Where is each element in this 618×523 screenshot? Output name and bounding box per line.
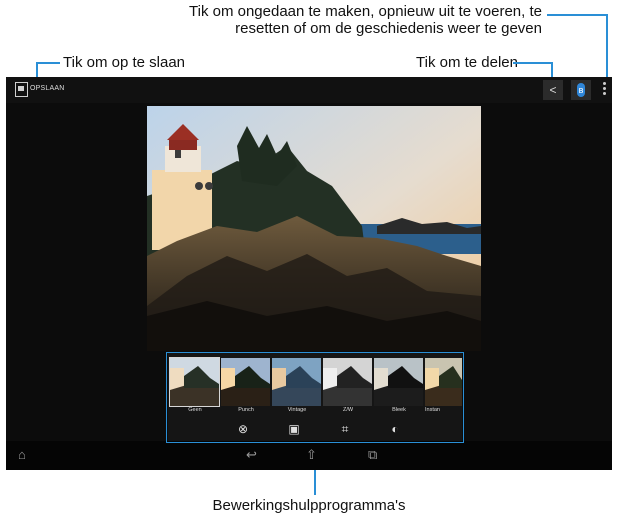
leader-line xyxy=(547,14,608,16)
callout-share: Tik om te delen xyxy=(416,54,518,71)
callout-save: Tik om op te slaan xyxy=(63,54,185,71)
back-icon[interactable]: ↩ xyxy=(246,447,257,463)
callout-editing-tools: Bewerkingshulpprogramma's xyxy=(212,497,406,514)
photo-preview xyxy=(147,106,481,351)
home-icon[interactable]: ⇧ xyxy=(306,447,317,463)
editing-tools-highlight xyxy=(166,352,464,443)
recent-apps-icon[interactable]: ⧉ xyxy=(368,447,377,463)
home-icon[interactable]: ⌂ xyxy=(18,447,26,463)
leader-line xyxy=(36,62,60,64)
save-button[interactable]: OPSLAAN xyxy=(30,85,64,92)
callout-undo-redo: Tik om ongedaan te maken, opnieuw uit te… xyxy=(189,3,542,37)
bluetooth-icon[interactable]: ʙ xyxy=(571,80,591,100)
gallery-icon[interactable] xyxy=(15,82,28,97)
overflow-menu-icon[interactable] xyxy=(602,82,608,98)
share-icon[interactable]: < xyxy=(543,80,563,100)
navigation-bar: ⌂ ↩ ⇧ ⧉ xyxy=(6,441,612,470)
action-bar: OPSLAAN < ʙ xyxy=(6,77,612,103)
leader-line xyxy=(513,62,552,64)
